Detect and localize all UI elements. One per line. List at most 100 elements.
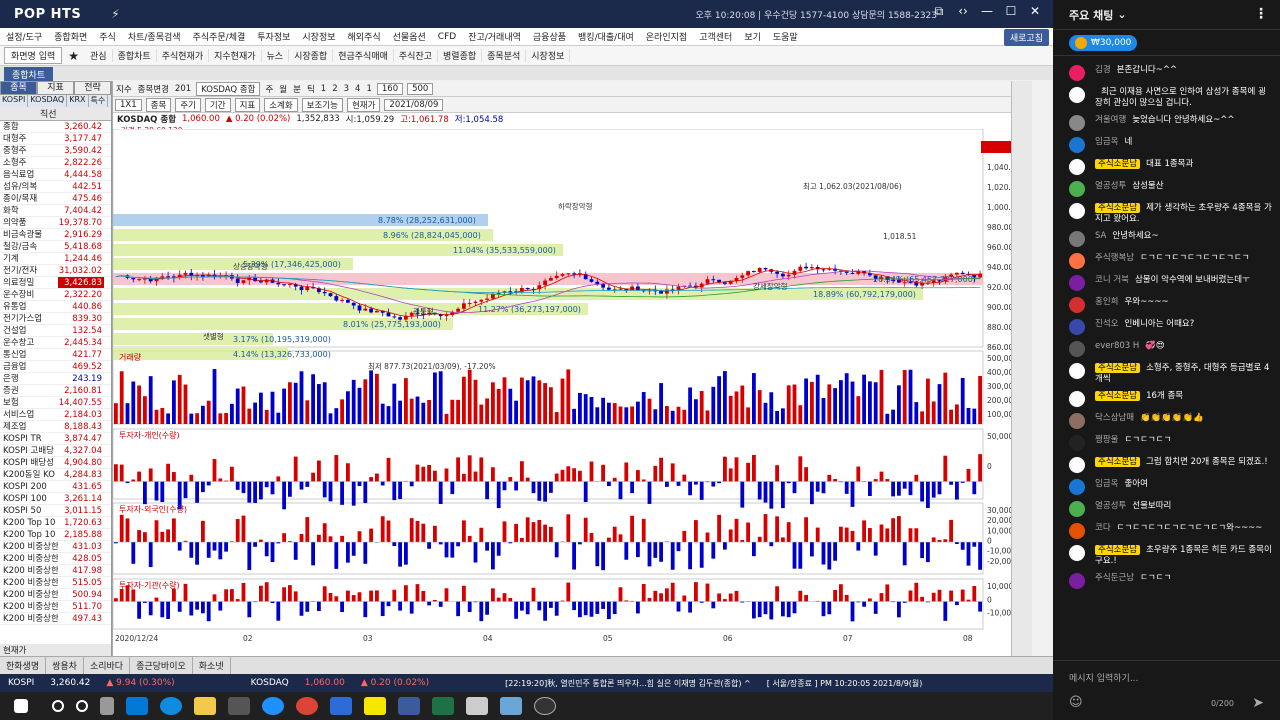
maximize-button[interactable]: ☐ (999, 4, 1023, 19)
chat-message[interactable]: 주식둔근남 ㄷㄱㄷㄱ (1053, 570, 1280, 592)
chart-tool-2[interactable]: 보조기능 (301, 97, 343, 112)
index-row[interactable]: 금융업 469.52 (0, 361, 111, 373)
avatar[interactable] (1069, 573, 1085, 589)
avatar[interactable] (1069, 319, 1085, 335)
menu-item[interactable]: 차트/종목검색 (122, 30, 187, 43)
menu-item[interactable]: 뱅킹/대출/대여 (572, 30, 640, 43)
menu-item[interactable]: 고객센터 (693, 30, 738, 43)
market-tab[interactable]: 특수 (89, 95, 109, 107)
chat-author[interactable]: 진석오 (1095, 319, 1118, 329)
avatar[interactable] (1069, 181, 1085, 197)
chat-message[interactable]: 코다 ㄷㄱㄷㄱㄷㄱㄷㄱㄷㄱㄷㄱㄷㄱ와~~~~ (1053, 520, 1280, 542)
toolbar-item[interactable]: 병렬종합 (438, 49, 483, 62)
index-row[interactable]: 의약품 19,378.70 (0, 217, 111, 229)
chevron-down-icon[interactable]: ⌄ (1117, 8, 1126, 21)
avatar[interactable] (1069, 363, 1085, 379)
index-row[interactable]: KOSPI TR 3,874.47 (0, 433, 111, 445)
menu-item[interactable]: 잔고/거래내역 (462, 30, 527, 43)
chat-message[interactable]: 주식소문남 그럼 합치면 20개 종목은 되겠죠.! (1053, 454, 1280, 476)
chat-author[interactable]: 주식둔근남 (1095, 573, 1134, 583)
menu-item[interactable]: 주식 (93, 30, 122, 43)
screen-name-input[interactable]: 화면명 입력 (4, 47, 63, 64)
obs-icon[interactable] (534, 697, 556, 715)
index-row[interactable]: 섬유/의복 442.51 (0, 181, 111, 193)
chat-author[interactable]: 주식행복남 (1095, 253, 1134, 263)
chart-tool[interactable]: 160 (376, 82, 404, 95)
cortana-icon[interactable] (76, 700, 88, 712)
store-icon[interactable] (228, 697, 250, 715)
menu-item[interactable]: 선물옵션 (387, 30, 432, 43)
chat-message[interactable]: ever803 H 💞😍 (1053, 338, 1280, 360)
chart-tool[interactable]: 1 (363, 84, 374, 94)
superchat-chip[interactable]: ₩30,000 (1069, 34, 1138, 51)
chart-tool[interactable]: 월 (276, 83, 290, 95)
avatar[interactable] (1069, 137, 1085, 153)
chart-tool-2[interactable]: 소계화 (264, 97, 298, 112)
index-row[interactable]: K200동일 KO 4,284.83 (0, 469, 111, 481)
chart-tool[interactable]: 3 (341, 84, 352, 94)
index-row[interactable]: 대형주 3,177.47 (0, 133, 111, 145)
chat-message[interactable]: 쩡팡울 ㄷㄱㄷㄱㄷㄱ (1053, 432, 1280, 454)
kakaotalk-icon[interactable] (364, 697, 386, 715)
index-row[interactable]: 중형주 3,590.42 (0, 145, 111, 157)
toolbar-item[interactable]: 현금주식매매 (333, 49, 394, 62)
chat-author[interactable]: 열공성투 (1095, 181, 1126, 191)
chat-author[interactable]: 겨울여행 (1095, 115, 1126, 125)
index-row[interactable]: 의료정밀 3,426.83 (0, 277, 111, 289)
index-row[interactable]: 종합 3,260.42 (0, 121, 111, 133)
toolbar-item[interactable]: 시장종합 (289, 49, 334, 62)
menu-item[interactable]: 시장정보 (296, 30, 341, 43)
avatar[interactable] (1069, 231, 1085, 247)
index-row[interactable]: KOSPI 100 3,261.14 (0, 493, 111, 505)
chart-tool-2[interactable]: 주기 (175, 97, 201, 112)
chat-author[interactable]: 닥스삼남매 (1095, 413, 1134, 423)
chat-author[interactable]: 코니 거북 (1095, 275, 1129, 285)
index-row[interactable]: K200 비중상한 515.05 (0, 577, 111, 589)
app-icon[interactable] (330, 697, 352, 715)
chart-tool[interactable]: KOSDAQ 종합 (196, 81, 261, 96)
chat-message[interactable]: 코니 거북 삼물이 악수역에 보내버렸는데ㅜ (1053, 272, 1280, 294)
toolbar-item[interactable]: 종목분석 (482, 49, 527, 62)
excel-icon[interactable] (432, 697, 454, 715)
index-row[interactable]: 화학 7,404.42 (0, 205, 111, 217)
chat-message[interactable]: 주식행복남 ㄷㄱㄷㄱㄷㄱㄷㄱㄷㄱㄷㄱㄷㄱ (1053, 250, 1280, 272)
avatar[interactable] (1069, 159, 1085, 175)
avatar[interactable] (1069, 341, 1085, 357)
market-tab[interactable]: KRX (67, 95, 89, 107)
lightning-icon[interactable]: ⚡ (111, 7, 119, 21)
avatar[interactable] (1069, 391, 1085, 407)
chat-author[interactable]: 주식소문남 (1095, 203, 1141, 213)
chart-tool-2[interactable]: 현재가 (346, 97, 381, 112)
chart-tool-2[interactable]: 2021/08/09 (384, 98, 444, 111)
chart-tool[interactable]: 틱 (304, 83, 318, 95)
chat-message[interactable]: 임금옥 네 (1053, 134, 1280, 156)
chat-message[interactable]: 진석오 인베니아는 어때요? (1053, 316, 1280, 338)
mail-icon[interactable] (126, 697, 148, 715)
index-row[interactable]: KOSPI 고배당 4,327.04 (0, 445, 111, 457)
avatar[interactable] (1069, 297, 1085, 313)
index-row[interactable]: KOSPI 배당성 4,904.80 (0, 457, 111, 469)
avatar[interactable] (1069, 545, 1085, 561)
chat-message[interactable]: SA 안녕하세요~ (1053, 228, 1280, 250)
avatar[interactable] (1069, 275, 1085, 291)
bottom-tab[interactable]: 화소넷 (193, 657, 231, 674)
index-row[interactable]: 건설업 132.54 (0, 325, 111, 337)
chart-canvas[interactable]: 8.78% (28,252,631,000) 8.96% (28,824,045,… (113, 129, 1012, 656)
index-row[interactable]: 증권 2,160.81 (0, 385, 111, 397)
toolbar-item[interactable]: 지수현재가 (209, 49, 262, 62)
menu-item[interactable]: 투자정보 (251, 30, 296, 43)
ie-icon[interactable] (262, 697, 284, 715)
index-row[interactable]: 비금속광물 2,916.29 (0, 229, 111, 241)
avatar[interactable] (1069, 115, 1085, 131)
index-row[interactable]: KOSPI 200 431.65 (0, 481, 111, 493)
chat-author[interactable]: SA (1095, 231, 1106, 241)
toolbar-item[interactable]: 주식현재가 (157, 49, 210, 62)
pen-icon[interactable] (500, 697, 522, 715)
restore-icon[interactable]: ⧉ (927, 4, 951, 19)
toolbar-item[interactable]: 주식잔고 (394, 49, 439, 62)
menu-item[interactable]: 보기 (738, 30, 767, 43)
index-row[interactable]: 유통업 440.86 (0, 301, 111, 313)
send-icon[interactable]: ➤ (1252, 695, 1264, 711)
avatar[interactable] (1069, 457, 1085, 473)
avatar[interactable] (1069, 435, 1085, 451)
